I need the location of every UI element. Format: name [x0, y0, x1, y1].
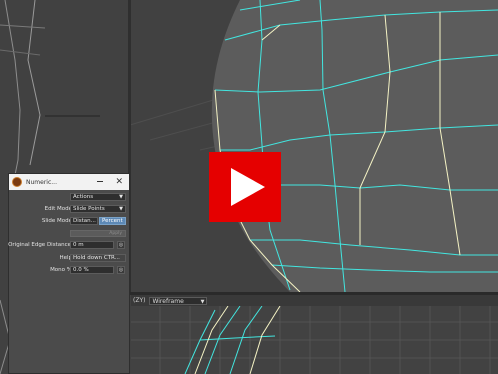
actions-row: Actions ▼ [9, 193, 131, 202]
edit-mode-select[interactable]: Slide Points ▼ [70, 205, 126, 213]
chevron-down-icon: ▼ [119, 206, 123, 212]
mono-options-button[interactable]: ◎ [117, 266, 125, 274]
close-icon[interactable]: ✕ [115, 176, 123, 188]
video-play-button[interactable] [209, 152, 281, 222]
apply-button[interactable]: Apply [70, 230, 126, 237]
edge-distance-reset-button[interactable]: ◎ [117, 241, 125, 249]
chevron-down-icon: ▼ [200, 298, 205, 305]
edit-mode-label: Edit Mode [44, 206, 72, 212]
bottom-viewport-toolbar: (ZY) Wireframe ▼ [131, 295, 498, 306]
panel-titlebar[interactable]: Numeric... ✕ [9, 174, 129, 190]
help-text: Hold down CTR... [70, 254, 126, 262]
chevron-down-icon: ▼ [119, 194, 123, 200]
slide-mode-percent-button[interactable]: Percent [99, 217, 126, 225]
modeler-viewport[interactable]: (ZY) Wireframe ▼ Numeric... ✕ Actions ▼ … [0, 0, 498, 374]
help-row: Help Hold down CTR... [9, 254, 131, 263]
mono-label: Mono % [50, 267, 72, 273]
slide-mode-row: Slide Mode Distan... Percent [9, 217, 131, 226]
app-logo-icon [12, 177, 22, 187]
minimize-icon[interactable] [97, 181, 103, 182]
shading-mode-select[interactable]: Wireframe ▼ [149, 296, 208, 305]
play-icon [231, 168, 265, 206]
shading-mode-value: Wireframe [152, 297, 184, 305]
numeric-panel: Numeric... ✕ Actions ▼ Edit Mode Slide P… [8, 173, 130, 374]
actions-value: Actions [73, 194, 94, 200]
edge-distance-label: Original Edge Distance [8, 242, 71, 248]
panel-title: Numeric... [26, 178, 57, 186]
edit-mode-row: Edit Mode Slide Points ▼ [9, 205, 131, 214]
slide-mode-distance-button[interactable]: Distan... [70, 217, 98, 225]
slide-mode-label: Slide Mode [41, 218, 72, 224]
edge-distance-row: Original Edge Distance 0 m ◎ [8, 241, 131, 250]
mono-row: Mono % 0.0 % ◎ [9, 266, 131, 275]
actions-select[interactable]: Actions ▼ [70, 193, 126, 201]
edge-distance-field[interactable]: 0 m [70, 241, 114, 249]
view-axis-label[interactable]: (ZY) [131, 297, 145, 304]
edit-mode-value: Slide Points [73, 206, 105, 212]
mono-field[interactable]: 0.0 % [70, 266, 114, 274]
